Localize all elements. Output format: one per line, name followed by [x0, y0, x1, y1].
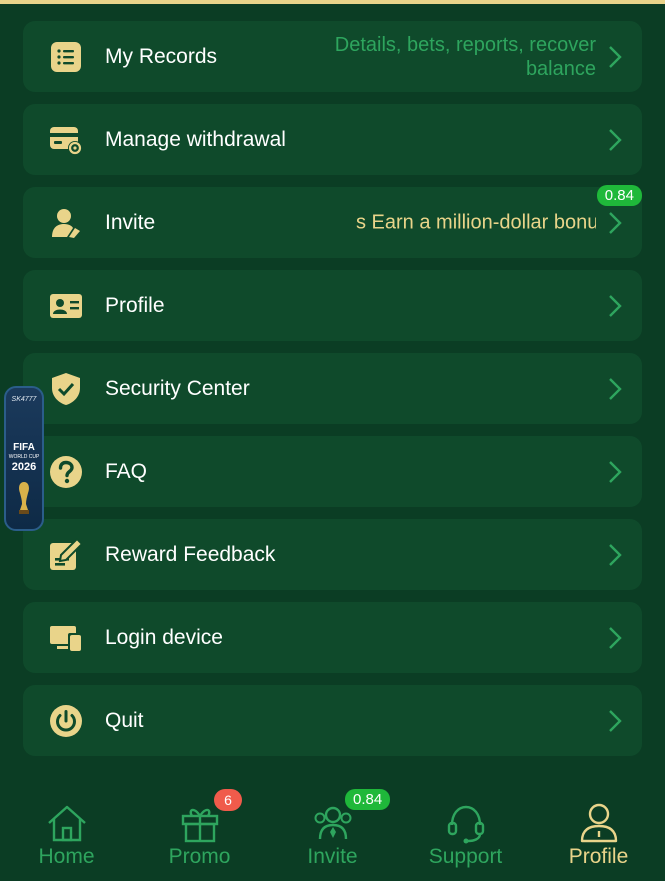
- chevron-right-icon: [609, 128, 622, 151]
- tab-invite[interactable]: 0.84 Invite: [266, 775, 399, 881]
- promo-count-badge: 6: [214, 789, 242, 811]
- fifa-promo-banner[interactable]: SK4777 FIFA WORLD CUP 2026: [4, 386, 44, 531]
- shield-check-icon: [49, 372, 83, 406]
- invite-tab-badge: 0.84: [345, 789, 391, 810]
- tab-profile[interactable]: Profile: [532, 775, 665, 881]
- menu-item-quit[interactable]: Quit: [23, 685, 642, 756]
- chevron-right-icon: [609, 626, 622, 649]
- edit-note-icon: [49, 537, 83, 572]
- menu-item-label: Quit: [105, 708, 144, 732]
- top-accent-line: [0, 0, 665, 4]
- tab-label: Profile: [568, 845, 629, 868]
- menu-item-invite[interactable]: Invite s Earn a million-dollar bonu 0.84: [23, 185, 642, 258]
- menu-item-label: Manage withdrawal: [105, 127, 286, 151]
- menu-item-label: Login device: [105, 625, 223, 649]
- bottom-tab-bar: Home 6 Promo 0.84 Invite Support Profile: [0, 775, 665, 881]
- menu-item-login-device[interactable]: Login device: [23, 602, 642, 673]
- menu-item-security-center[interactable]: Security Center: [23, 353, 642, 424]
- chevron-right-icon: [609, 45, 622, 68]
- menu-item-label: FAQ: [105, 459, 148, 483]
- menu-item-manage-withdrawal[interactable]: Manage withdrawal: [23, 104, 642, 175]
- menu-item-label: Security Center: [105, 376, 250, 400]
- tab-label: Promo: [168, 845, 231, 868]
- tab-label: Home: [38, 845, 95, 868]
- invite-marquee-text: s Earn a million-dollar bonu: [356, 211, 596, 233]
- devices-icon: [49, 621, 83, 655]
- chevron-right-icon: [609, 211, 622, 234]
- power-icon: [49, 704, 83, 738]
- home-icon: [47, 805, 86, 842]
- menu-item-label: My Records: [105, 44, 218, 68]
- chevron-right-icon: [609, 709, 622, 732]
- tab-promo[interactable]: 6 Promo: [133, 775, 266, 881]
- tab-home[interactable]: Home: [0, 775, 133, 881]
- user-icon: [580, 803, 617, 843]
- banner-brand: SK4777: [11, 396, 37, 403]
- profile-card-icon: [49, 289, 83, 323]
- trophy-icon: [19, 482, 29, 514]
- chevron-right-icon: [609, 543, 622, 566]
- chevron-right-icon: [609, 294, 622, 317]
- withdrawal-card-icon: [49, 123, 83, 157]
- profile-menu: My Records Details, bets, reports, recov…: [23, 21, 642, 768]
- question-icon: [49, 455, 83, 489]
- banner-subtitle: WORLD CUP: [8, 454, 40, 460]
- menu-item-label: Profile: [105, 293, 165, 317]
- menu-item-description: Details, bets, reports, recover balance: [334, 33, 596, 80]
- menu-item-my-records[interactable]: My Records Details, bets, reports, recov…: [23, 21, 642, 92]
- menu-item-faq[interactable]: FAQ: [23, 436, 642, 507]
- menu-item-label: Reward Feedback: [105, 542, 276, 566]
- invite-reward-badge: 0.84: [596, 185, 642, 206]
- invite-user-icon: [49, 206, 83, 240]
- tab-label: Support: [428, 845, 503, 868]
- tab-support[interactable]: Support: [399, 775, 532, 881]
- banner-title: FIFA: [13, 442, 35, 453]
- banner-year: 2026: [11, 461, 37, 473]
- headset-icon: [447, 805, 484, 844]
- menu-item-reward-feedback[interactable]: Reward Feedback: [23, 519, 642, 590]
- chevron-right-icon: [609, 377, 622, 400]
- menu-item-label: Invite: [105, 210, 156, 234]
- records-list-icon: [49, 40, 83, 74]
- menu-item-profile[interactable]: Profile: [23, 270, 642, 341]
- chevron-right-icon: [609, 460, 622, 483]
- gift-icon: [181, 808, 218, 843]
- tab-label: Invite: [307, 845, 358, 868]
